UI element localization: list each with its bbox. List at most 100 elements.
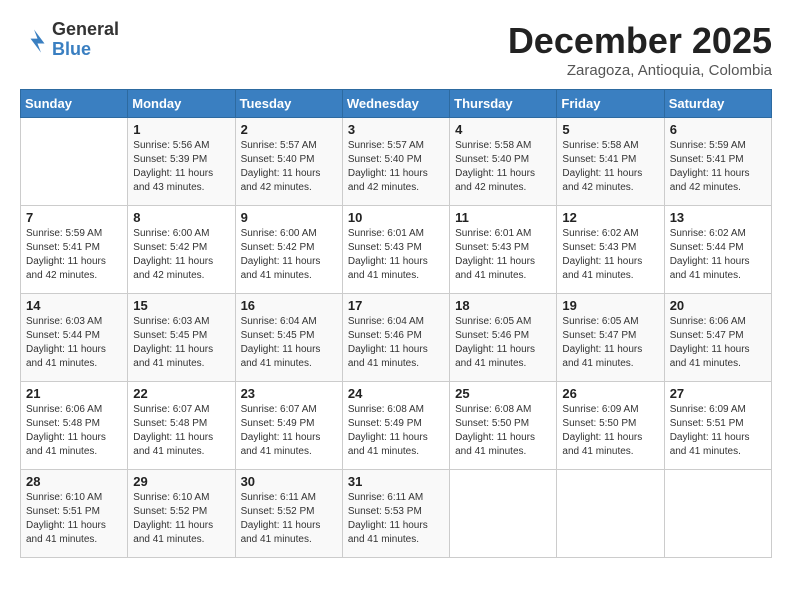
subtitle: Zaragoza, Antioquia, Colombia: [508, 62, 772, 79]
calendar-cell: 9 Sunrise: 6:00 AMSunset: 5:42 PMDaylight…: [235, 206, 342, 294]
sunrise-text: Sunrise: 6:09 AM: [670, 403, 766, 417]
calendar-cell: 27Sunrise: 6:09 AMSunset: 5:51 PMDayligh…: [664, 382, 771, 470]
sunrise-text: Sunrise: 6:03 AM: [26, 315, 122, 329]
day-of-week-header: Monday: [128, 90, 235, 118]
daylight-text: Daylight: 11 hours and 41 minutes.: [348, 519, 444, 547]
cell-content: Sunrise: 6:06 AMSunset: 5:47 PMDaylight:…: [670, 315, 766, 371]
calendar-cell: 1Sunrise: 5:56 AMSunset: 5:39 PMDaylight…: [128, 118, 235, 206]
calendar-week-row: 7Sunrise: 5:59 AMSunset: 5:41 PMDaylight…: [21, 206, 772, 294]
sunset-text: Sunset: 5:43 PM: [455, 241, 551, 255]
day-number: 7: [26, 210, 122, 225]
day-number: 22: [133, 386, 229, 401]
calendar-cell: 23Sunrise: 6:07 AMSunset: 5:49 PMDayligh…: [235, 382, 342, 470]
sunrise-text: Sunrise: 6:11 AM: [241, 491, 337, 505]
sunrise-text: Sunrise: 6:06 AM: [26, 403, 122, 417]
day-number: 9: [241, 210, 337, 225]
sunrise-text: Sunrise: 6:08 AM: [455, 403, 551, 417]
day-of-week-header: Wednesday: [342, 90, 449, 118]
day-number: 4: [455, 122, 551, 137]
sunrise-text: Sunrise: 6:07 AM: [241, 403, 337, 417]
sunset-text: Sunset: 5:41 PM: [670, 153, 766, 167]
sunrise-text: Sunrise: 5:57 AM: [241, 139, 337, 153]
calendar-cell: [450, 470, 557, 558]
calendar-cell: 26Sunrise: 6:09 AMSunset: 5:50 PMDayligh…: [557, 382, 664, 470]
day-number: 24: [348, 386, 444, 401]
sunset-text: Sunset: 5:40 PM: [348, 153, 444, 167]
daylight-text: Daylight: 11 hours and 42 minutes.: [133, 255, 229, 283]
sunrise-text: Sunrise: 6:01 AM: [348, 227, 444, 241]
day-number: 19: [562, 298, 658, 313]
calendar-cell: 22Sunrise: 6:07 AMSunset: 5:48 PMDayligh…: [128, 382, 235, 470]
sunrise-text: Sunrise: 6:00 AM: [241, 227, 337, 241]
day-number: 20: [670, 298, 766, 313]
sunset-text: Sunset: 5:46 PM: [348, 329, 444, 343]
calendar-cell: 19Sunrise: 6:05 AMSunset: 5:47 PMDayligh…: [557, 294, 664, 382]
calendar-cell: [21, 118, 128, 206]
cell-content: Sunrise: 5:57 AMSunset: 5:40 PMDaylight:…: [348, 139, 444, 195]
sunset-text: Sunset: 5:43 PM: [348, 241, 444, 255]
daylight-text: Daylight: 11 hours and 41 minutes.: [670, 431, 766, 459]
calendar-week-row: 14 Sunrise: 6:03 AMSunset: 5:44 PM Dayligh…: [21, 294, 772, 382]
sunset-text: Sunset: 5:40 PM: [241, 153, 337, 167]
calendar-cell: 10Sunrise: 6:01 AMSunset: 5:43 PMDayligh…: [342, 206, 449, 294]
daylight-text: Daylight: 11 hours and 42 minutes.: [26, 255, 122, 283]
cell-content: Sunrise: 6:08 AMSunset: 5:49 PMDaylight:…: [348, 403, 444, 459]
logo-general: General: [52, 20, 119, 40]
calendar-header-row: SundayMondayTuesdayWednesdayThursdayFrid…: [21, 90, 772, 118]
day-number: 5: [562, 122, 658, 137]
day-number: 18: [455, 298, 551, 313]
sunrise-text: Sunrise: 6:05 AM: [455, 315, 551, 329]
day-number: 21: [26, 386, 122, 401]
sunrise-text: Sunrise: 5:59 AM: [670, 139, 766, 153]
day-number: 13: [670, 210, 766, 225]
calendar-cell: 31Sunrise: 6:11 AMSunset: 5:53 PMDayligh…: [342, 470, 449, 558]
cell-content: Sunrise: 5:56 AMSunset: 5:39 PMDaylight:…: [133, 139, 229, 195]
daylight-text: Daylight: 11 hours and 41 minutes.: [241, 519, 337, 547]
cell-content: Sunrise: 6:04 AMSunset: 5:46 PMDaylight:…: [348, 315, 444, 371]
sunset-text: Sunset: 5:53 PM: [348, 505, 444, 519]
sunrise-text: Sunrise: 6:04 AM: [348, 315, 444, 329]
day-number: 14: [26, 298, 122, 313]
sunrise-text: Sunrise: 6:01 AM: [455, 227, 551, 241]
calendar-cell: 25 Sunrise: 6:08 AMSunset: 5:50 PMDayligh…: [450, 382, 557, 470]
calendar-week-row: 21Sunrise: 6:06 AMSunset: 5:48 PMDayligh…: [21, 382, 772, 470]
daylight-text: Daylight: 11 hours and 41 minutes.: [562, 431, 658, 459]
logo-text: General Blue: [52, 20, 119, 60]
day-number: 8: [133, 210, 229, 225]
sunrise-text: Sunrise: 6:10 AM: [26, 491, 122, 505]
calendar-cell: 30Sunrise: 6:11 AMSunset: 5:52 PMDayligh…: [235, 470, 342, 558]
cell-content: Sunrise: 6:07 AMSunset: 5:49 PMDaylight:…: [241, 403, 337, 459]
daylight-text: Daylight: 11 hours and 42 minutes.: [241, 167, 337, 195]
daylight-text: Daylight: 11 hours and 42 minutes.: [455, 167, 551, 195]
calendar-cell: 17Sunrise: 6:04 AMSunset: 5:46 PMDayligh…: [342, 294, 449, 382]
cell-content: Sunrise: 6:08 AMSunset: 5:50 PMDaylight:…: [455, 403, 551, 459]
daylight-text: Daylight: 11 hours and 41 minutes.: [241, 255, 337, 283]
daylight-text: Daylight: 11 hours and 41 minutes.: [348, 255, 444, 283]
day-number: 29: [133, 474, 229, 489]
calendar-cell: [664, 470, 771, 558]
sunset-text: Sunset: 5:39 PM: [133, 153, 229, 167]
daylight-text: Daylight: 11 hours and 41 minutes.: [133, 431, 229, 459]
sunrise-text: Sunrise: 6:05 AM: [562, 315, 658, 329]
day-number: 25: [455, 386, 551, 401]
daylight-text: Daylight: 11 hours and 41 minutes.: [670, 343, 766, 371]
calendar-cell: 18Sunrise: 6:05 AMSunset: 5:46 PMDayligh…: [450, 294, 557, 382]
sunset-text: Sunset: 5:44 PM: [26, 329, 122, 343]
cell-content: Sunrise: 6:10 AMSunset: 5:52 PMDaylight:…: [133, 491, 229, 547]
logo-icon: [20, 26, 48, 54]
daylight-text: Daylight: 11 hours and 41 minutes.: [26, 431, 122, 459]
daylight-text: Daylight: 11 hours and 41 minutes.: [670, 255, 766, 283]
cell-content: Sunrise: 6:04 AMSunset: 5:45 PMDaylight:…: [241, 315, 337, 371]
sunset-text: Sunset: 5:42 PM: [241, 241, 337, 255]
calendar-cell: 16Sunrise: 6:04 AMSunset: 5:45 PMDayligh…: [235, 294, 342, 382]
sunset-text: Sunset: 5:41 PM: [26, 241, 122, 255]
cell-content: Sunrise: 5:59 AMSunset: 5:41 PMDaylight:…: [670, 139, 766, 195]
sunset-text: Sunset: 5:44 PM: [670, 241, 766, 255]
sunrise-text: Sunrise: 5:58 AM: [455, 139, 551, 153]
calendar-cell: 21Sunrise: 6:06 AMSunset: 5:48 PMDayligh…: [21, 382, 128, 470]
sunset-text: Sunset: 5:51 PM: [670, 417, 766, 431]
cell-content: Sunrise: 6:09 AMSunset: 5:50 PMDaylight:…: [562, 403, 658, 459]
cell-content: Sunrise: 5:57 AMSunset: 5:40 PMDaylight:…: [241, 139, 337, 195]
calendar-cell: 28Sunrise: 6:10 AMSunset: 5:51 PMDayligh…: [21, 470, 128, 558]
day-number: 11: [455, 210, 551, 225]
